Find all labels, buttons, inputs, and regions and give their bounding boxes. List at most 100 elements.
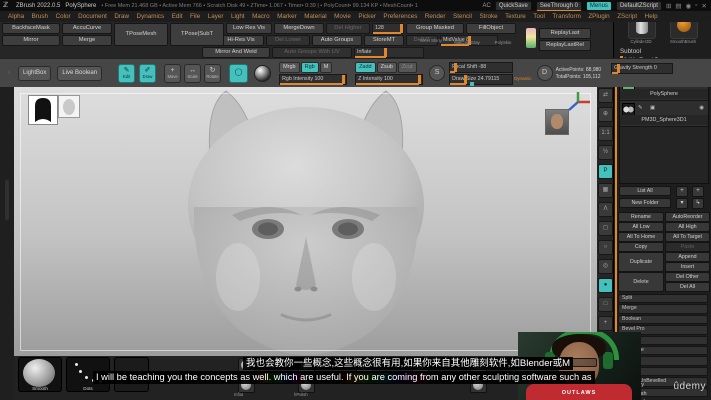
document-canvas[interactable] (14, 86, 597, 357)
menu-item[interactable]: Marker (277, 13, 297, 20)
sculpt-icon[interactable]: ▣ (650, 104, 655, 113)
material-mah-shiny[interactable]: MAH Shiny (414, 37, 448, 43)
mergedown-button[interactable]: MergeDown (274, 23, 324, 34)
append-button[interactable]: + (692, 186, 704, 197)
menu-item[interactable]: Layer (208, 13, 224, 20)
minimize-icon[interactable]: ▫ (695, 2, 697, 9)
del-other-button[interactable]: Del Other (665, 272, 710, 282)
material-picker-sphere[interactable] (254, 64, 272, 82)
all-to-home-button[interactable]: All To Home (618, 232, 664, 242)
actual-size-icon[interactable]: 1:1 (598, 126, 613, 141)
scale-mode-button[interactable]: ↔ Scale (184, 63, 202, 83)
replay-lastrel-button[interactable]: ReplayLastRel (539, 40, 591, 51)
left-tray-divider-handle[interactable] (5, 180, 9, 220)
all-to-target-button[interactable]: All To Target (665, 232, 710, 242)
gravity-strength-slider[interactable]: Gravity Strength 0 (611, 63, 674, 74)
dynamesh-icon[interactable]: D (536, 65, 553, 81)
menu-item[interactable]: ZPlugin (588, 13, 609, 20)
menu-item[interactable]: File (190, 13, 200, 20)
focal-shift-slider[interactable]: Focal Shift -88 (449, 61, 514, 73)
draw-mode-button[interactable]: ✐ Draw (139, 63, 157, 83)
resolution-slider[interactable]: 128 (372, 23, 404, 34)
menu-item[interactable]: Dynamics (137, 13, 165, 20)
menus-button[interactable]: Menus (585, 0, 612, 11)
rename-button[interactable]: Rename (618, 212, 664, 222)
ghost-icon[interactable]: ○ (598, 240, 613, 255)
move-mode-button[interactable]: + Move (164, 63, 182, 83)
brush-picker-button[interactable]: ◯ (229, 63, 249, 83)
rotate-mode-button[interactable]: ↻ Rotate (204, 63, 222, 83)
menu-item[interactable]: ZScript (617, 13, 637, 20)
replay-last-button[interactable]: ReplayLast (539, 28, 591, 39)
persp-icon[interactable]: P (598, 164, 613, 179)
menu-item[interactable]: Draw (114, 13, 129, 20)
menu-item[interactable]: Brush (32, 13, 48, 20)
grey-icon[interactable]: ● (598, 278, 613, 293)
zoom-icon[interactable]: ⊕ (598, 107, 613, 122)
floor-icon[interactable]: ▦ (598, 183, 613, 198)
backfacemask-button[interactable]: BackfaceMask (2, 23, 60, 34)
insert-subtool-button[interactable]: Insert (665, 262, 710, 272)
auto-groups-button[interactable]: Auto Groups (312, 35, 362, 46)
eye-icon[interactable]: ◉ (699, 104, 704, 113)
menu-item[interactable]: Transform (552, 13, 580, 20)
lowres-vis-button[interactable]: Low Res Vis (226, 23, 272, 34)
tpose-subt-button[interactable]: TPose|SubT (170, 23, 224, 46)
move-down-button[interactable]: ▾ (676, 198, 688, 209)
subtool-header[interactable]: Subtool (620, 48, 641, 55)
scroll-icon[interactable]: ⇄ (598, 88, 613, 103)
subtool-op-button[interactable]: Boolean (618, 314, 708, 325)
stroke-settings-icon[interactable]: S (429, 65, 446, 81)
menu-item[interactable]: Alpha (8, 13, 24, 20)
move-into-button[interactable]: ↳ (692, 198, 704, 209)
live-boolean-button[interactable]: Live Boolean (57, 65, 103, 81)
mirror-and-weld-button[interactable]: Mirror And Weld (202, 47, 270, 58)
mrgb-button[interactable]: Mrgb (279, 61, 300, 73)
aahalf-icon[interactable]: ½ (598, 145, 613, 160)
subtool-item-pm3d-sphere[interactable]: ✎ ▣ ◉ PM3D_Sphere3D1 (620, 101, 708, 127)
edit-mode-button[interactable]: ✎ Edit (118, 63, 136, 83)
default-zscript-button[interactable]: DefaultZScript (615, 0, 662, 11)
m-button[interactable]: M (319, 61, 333, 73)
accucurve-button[interactable]: AccuCurve (62, 23, 112, 34)
mirror-button[interactable]: Mirror (2, 35, 60, 46)
menu-item[interactable]: Tool (533, 13, 545, 20)
quicksave-button[interactable]: QuickSave (494, 0, 532, 11)
current-brush-thumb[interactable] (526, 28, 536, 48)
storemt-button[interactable]: StoreMT (364, 35, 404, 46)
texture-thumbnail[interactable] (58, 95, 80, 118)
zadd-button[interactable]: Zadd (355, 61, 376, 73)
autoreorder-button[interactable]: AutoReorder (665, 212, 710, 222)
menu-item[interactable]: Stencil (453, 13, 472, 20)
subtool-op-button[interactable]: Merge (618, 304, 708, 314)
active-brush-tile[interactable]: Smooth (18, 357, 62, 392)
insert-up-button[interactable]: + (676, 186, 688, 197)
merge-button[interactable]: Merge (62, 35, 112, 46)
list-all-button[interactable]: List All (619, 186, 671, 196)
transp-icon[interactable]: ◻ (598, 221, 613, 236)
all-low-button[interactable]: All Low (618, 222, 664, 232)
solo-icon[interactable]: ◎ (598, 259, 613, 274)
user-icon[interactable]: ◉ (686, 2, 692, 10)
panel-config-icon[interactable]: ▤ (675, 2, 681, 10)
menu-item[interactable]: Movie (334, 13, 351, 20)
tposemesh-button[interactable]: TPoseMesh (114, 23, 168, 46)
menu-item[interactable]: Help (645, 13, 658, 20)
axis-gizmo[interactable] (564, 91, 592, 113)
menu-item[interactable]: Material (304, 13, 326, 20)
all-high-button[interactable]: All High (665, 222, 710, 232)
close-icon[interactable]: ✕ (702, 2, 707, 10)
del-lower-button[interactable]: Del Lower (266, 35, 310, 46)
menu-item[interactable]: Render (425, 13, 446, 20)
zsub-button[interactable]: Zsub (376, 61, 397, 73)
duplicate-button[interactable]: Duplicate (618, 252, 664, 272)
menu-item[interactable]: Color (56, 13, 71, 20)
del-all-button[interactable]: Del All (665, 282, 710, 292)
alpha-thumbnail[interactable] (28, 95, 58, 125)
menu-item[interactable]: Preferences (383, 13, 417, 20)
copy-button[interactable]: Copy (618, 242, 664, 252)
dynamic-label[interactable]: Dynamic (514, 74, 532, 85)
subtool-op-button[interactable]: Split (618, 294, 708, 304)
zcut-button[interactable]: Zcut (397, 61, 417, 73)
rgb-intensity-slider[interactable]: Rgb Intensity 100 (279, 73, 348, 85)
